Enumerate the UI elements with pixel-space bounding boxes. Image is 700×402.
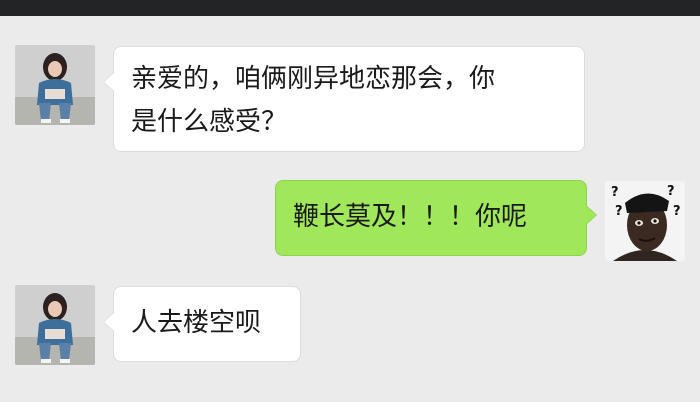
chat-message-incoming[interactable]: 亲爱的，咱俩刚异地恋那会，你 是什么感受？ (103, 46, 585, 152)
chat-message-incoming[interactable]: 人去楼空呗 (103, 286, 301, 362)
girl-avatar-icon (15, 45, 95, 125)
avatar-girl[interactable] (15, 285, 95, 365)
bubble-tail (104, 73, 114, 91)
bubble-tail (104, 313, 114, 331)
svg-text:?: ? (673, 204, 681, 219)
message-text: 鞭长莫及！！！你呢 (293, 202, 528, 232)
girl-avatar-icon (15, 285, 95, 365)
svg-text:?: ? (615, 204, 623, 219)
bubble-tail (586, 206, 596, 224)
avatar-girl[interactable] (15, 45, 95, 125)
confused-man-avatar-icon: ? ? ? ? (605, 181, 685, 261)
avatar-confused-man[interactable]: ? ? ? ? (605, 181, 685, 261)
svg-text:?: ? (667, 184, 675, 199)
svg-text:?: ? (611, 185, 619, 200)
status-bar (0, 0, 700, 16)
message-text: 人去楼空呗 (131, 308, 262, 338)
message-text: 亲爱的，咱俩刚异地恋那会，你 是什么感受？ (131, 64, 496, 137)
chat-message-outgoing[interactable]: 鞭长莫及！！！你呢 (275, 180, 597, 256)
